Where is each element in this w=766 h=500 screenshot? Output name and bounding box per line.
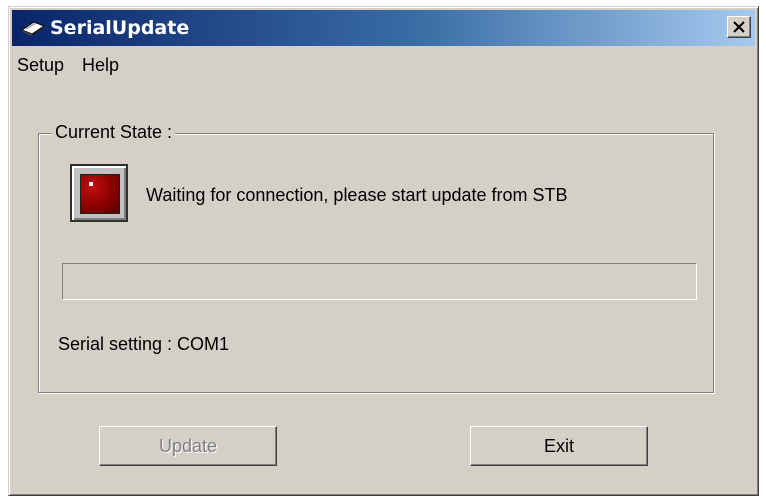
title-bar[interactable]: SerialUpdate [12,10,755,46]
menu-setup[interactable]: Setup [17,55,64,76]
chip-icon [20,21,46,36]
exit-button[interactable]: Exit [470,426,648,466]
progress-bar [62,263,697,300]
status-message: Waiting for connection, please start upd… [146,185,568,205]
menu-bar: Setup Help [12,49,755,81]
close-button[interactable] [727,16,751,38]
serial-setting-text: Serial setting : COM1 [58,334,230,354]
current-state-group: Current State : Waiting for connection, … [38,122,714,393]
window-title: SerialUpdate [50,17,190,39]
menu-help[interactable]: Help [82,55,119,76]
update-button[interactable]: Update [99,426,277,466]
close-icon [733,21,745,33]
current-state-label: Current State : [52,122,176,143]
status-lamp-icon [70,164,128,222]
serialupdate-window: SerialUpdate Setup Help Current State : … [8,6,759,496]
